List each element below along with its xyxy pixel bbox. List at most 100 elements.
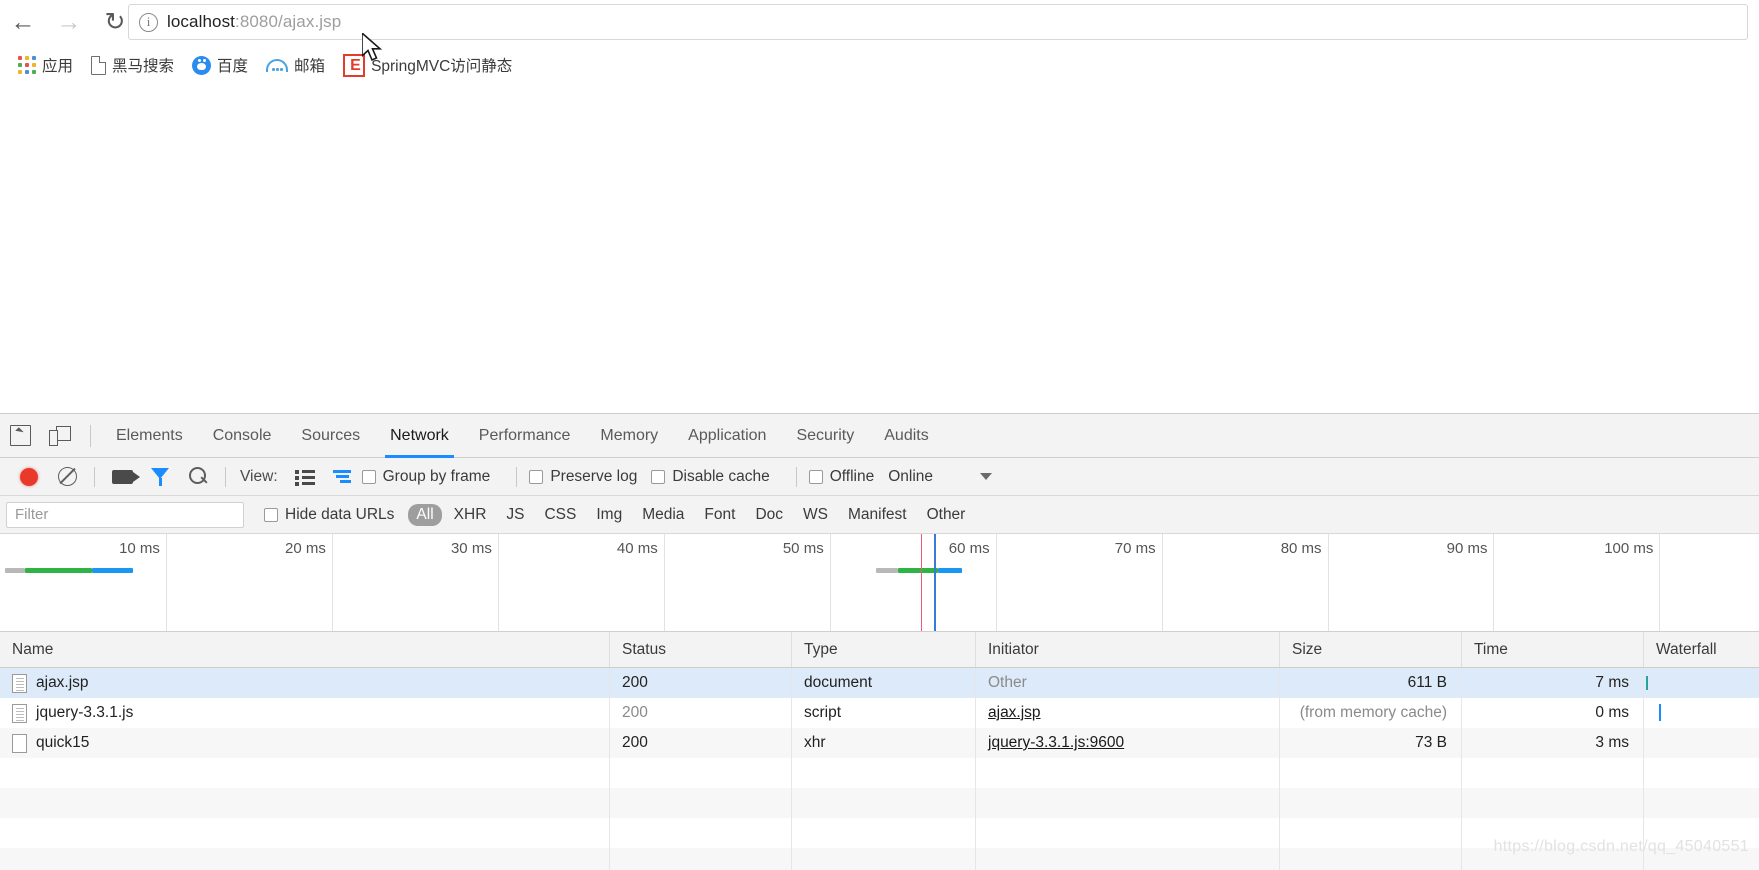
resource-filter-all[interactable]: All (408, 503, 442, 526)
empty-cell (1644, 758, 1759, 788)
overview-tick-label: 40 ms (616, 540, 658, 557)
bookmark-springmvc[interactable]: SpringMVC访问静态 (335, 50, 520, 80)
hide-data-urls-checkbox[interactable]: Hide data URLs (264, 506, 394, 524)
overview-tick-label: 30 ms (450, 540, 492, 557)
search-button[interactable] (179, 458, 217, 496)
tab-memory[interactable]: Memory (585, 414, 673, 458)
page-icon (91, 55, 107, 75)
overview-gridline (331, 534, 333, 631)
bookmark-apps[interactable]: 应用 (10, 50, 81, 80)
cell-type-text: document (804, 674, 873, 691)
column-header-waterfall[interactable]: Waterfall (1644, 632, 1759, 667)
cell-status-text: 200 (622, 734, 648, 751)
cell-initiator-text: Other (988, 674, 1027, 691)
resource-filter-doc[interactable]: Doc (747, 504, 791, 526)
back-icon[interactable]: ← (0, 0, 46, 44)
resource-filter-media[interactable]: Media (634, 504, 692, 526)
offline-checkbox[interactable]: Offline (808, 468, 874, 486)
cell-initiator[interactable]: jquery-3.3.1.js:9600 (976, 728, 1280, 758)
table-row[interactable]: ajax.jsp 200 document Other 611 B 7 ms (0, 668, 1759, 698)
search-icon (188, 467, 208, 486)
column-header-time[interactable]: Time (1462, 632, 1644, 667)
overview-tick-label: 60 ms (948, 540, 990, 557)
column-header-status[interactable]: Status (610, 632, 792, 667)
overview-bar-1-latency (937, 568, 963, 573)
empty-cell (610, 758, 792, 788)
column-header-initiator[interactable]: Initiator (976, 632, 1280, 667)
funnel-icon (150, 467, 170, 486)
bookmark-baidu[interactable]: 百度 (184, 50, 256, 80)
empty-cell (1644, 788, 1759, 818)
apps-grid-icon (18, 56, 36, 74)
column-header-name[interactable]: Name (0, 632, 610, 667)
tab-elements[interactable]: Elements (101, 414, 198, 458)
site-info-icon[interactable]: i (139, 12, 158, 32)
tab-application[interactable]: Application (673, 414, 781, 458)
cell-name[interactable]: quick15 (0, 728, 610, 758)
cell-type: script (792, 698, 976, 728)
bookmark-mail[interactable]: 邮箱 (258, 50, 333, 80)
record-button[interactable] (10, 458, 48, 496)
resource-filter-js[interactable]: JS (498, 504, 532, 526)
address-bar[interactable]: i localhost:8080/ajax.jsp (128, 4, 1748, 40)
preserve-log-checkbox[interactable]: Preserve log (529, 468, 637, 486)
bookmark-label-heima: 黑马搜索 (112, 58, 175, 75)
tab-security[interactable]: Security (781, 414, 869, 458)
cell-initiator[interactable]: ajax.jsp (976, 698, 1280, 728)
requests-table-header: Name Status Type Initiator Size Time Wat… (0, 632, 1759, 668)
request-name-text: quick15 (36, 734, 90, 751)
network-overview-timeline[interactable]: 10 ms 20 ms 30 ms 40 ms 50 ms 60 ms 70 ms 80 ms… (0, 534, 1759, 632)
resource-filter-xhr[interactable]: XHR (446, 504, 495, 526)
resource-filter-img[interactable]: Img (588, 504, 630, 526)
filter-toggle-button[interactable] (141, 458, 179, 496)
empty-cell (976, 818, 1280, 848)
cell-size: 73 B (1280, 728, 1462, 758)
overview-tick-label: 90 ms (1446, 540, 1488, 557)
cell-size-text: 73 B (1415, 734, 1447, 751)
column-header-size[interactable]: Size (1280, 632, 1462, 667)
requests-table-body: ajax.jsp 200 document Other 611 B 7 ms jquery-… (0, 668, 1759, 758)
cell-name[interactable]: ajax.jsp (0, 668, 610, 698)
bookmark-label-mail: 邮箱 (294, 58, 326, 75)
inspect-element-button[interactable] (0, 414, 40, 458)
resource-filter-font[interactable]: Font (696, 504, 743, 526)
resource-filter-manifest[interactable]: Manifest (840, 504, 915, 526)
tab-sources[interactable]: Sources (286, 414, 375, 458)
capture-screenshots-button[interactable] (103, 458, 141, 496)
resource-filter-ws[interactable]: WS (795, 504, 836, 526)
resource-filter-css[interactable]: CSS (536, 504, 584, 526)
page-viewport (0, 86, 1759, 413)
disable-cache-checkbox[interactable]: Disable cache (651, 468, 770, 486)
tab-network[interactable]: Network (375, 414, 464, 458)
bookmark-heima[interactable]: 黑马搜索 (83, 50, 182, 80)
network-filterbar: Filter Hide data URLs All XHR JS CSS Img Medi… (0, 496, 1759, 534)
toolbar-divider-1 (94, 466, 95, 487)
table-row[interactable]: jquery-3.3.1.js 200 script ajax.jsp (from me… (0, 698, 1759, 728)
throttling-dropdown-button[interactable] (967, 458, 1005, 496)
group-by-frame-checkbox[interactable]: Group by frame (361, 468, 490, 486)
file-icon (12, 703, 27, 723)
tab-audits[interactable]: Audits (869, 414, 943, 458)
cell-name[interactable]: jquery-3.3.1.js (0, 698, 610, 728)
column-header-type[interactable]: Type (792, 632, 976, 667)
waterfall-bar-latency (1647, 676, 1649, 690)
empty-cell (1280, 848, 1462, 870)
resource-filter-other[interactable]: Other (919, 504, 974, 526)
tab-performance[interactable]: Performance (464, 414, 586, 458)
resource-type-filters: All XHR JS CSS Img Media Font Doc WS Manifest Othe… (408, 503, 977, 526)
throttling-select[interactable]: Online (888, 468, 933, 486)
view-list-button[interactable] (286, 458, 324, 496)
cell-initiator-text: ajax.jsp (988, 704, 1041, 721)
table-row[interactable]: quick15 200 xhr jquery-3.3.1.js:9600 73 B 3 m… (0, 728, 1759, 758)
empty-cell (1462, 788, 1644, 818)
overview-gridline (1493, 534, 1495, 631)
cell-type-text: script (804, 704, 842, 721)
clear-button[interactable] (48, 458, 86, 496)
tab-console[interactable]: Console (198, 414, 287, 458)
empty-cell (0, 788, 610, 818)
filter-input[interactable]: Filter (6, 501, 244, 528)
device-toolbar-button[interactable] (40, 414, 80, 458)
view-waterfall-button[interactable] (324, 458, 362, 496)
request-name-text: ajax.jsp (36, 674, 89, 691)
checkbox-icon (808, 469, 823, 484)
